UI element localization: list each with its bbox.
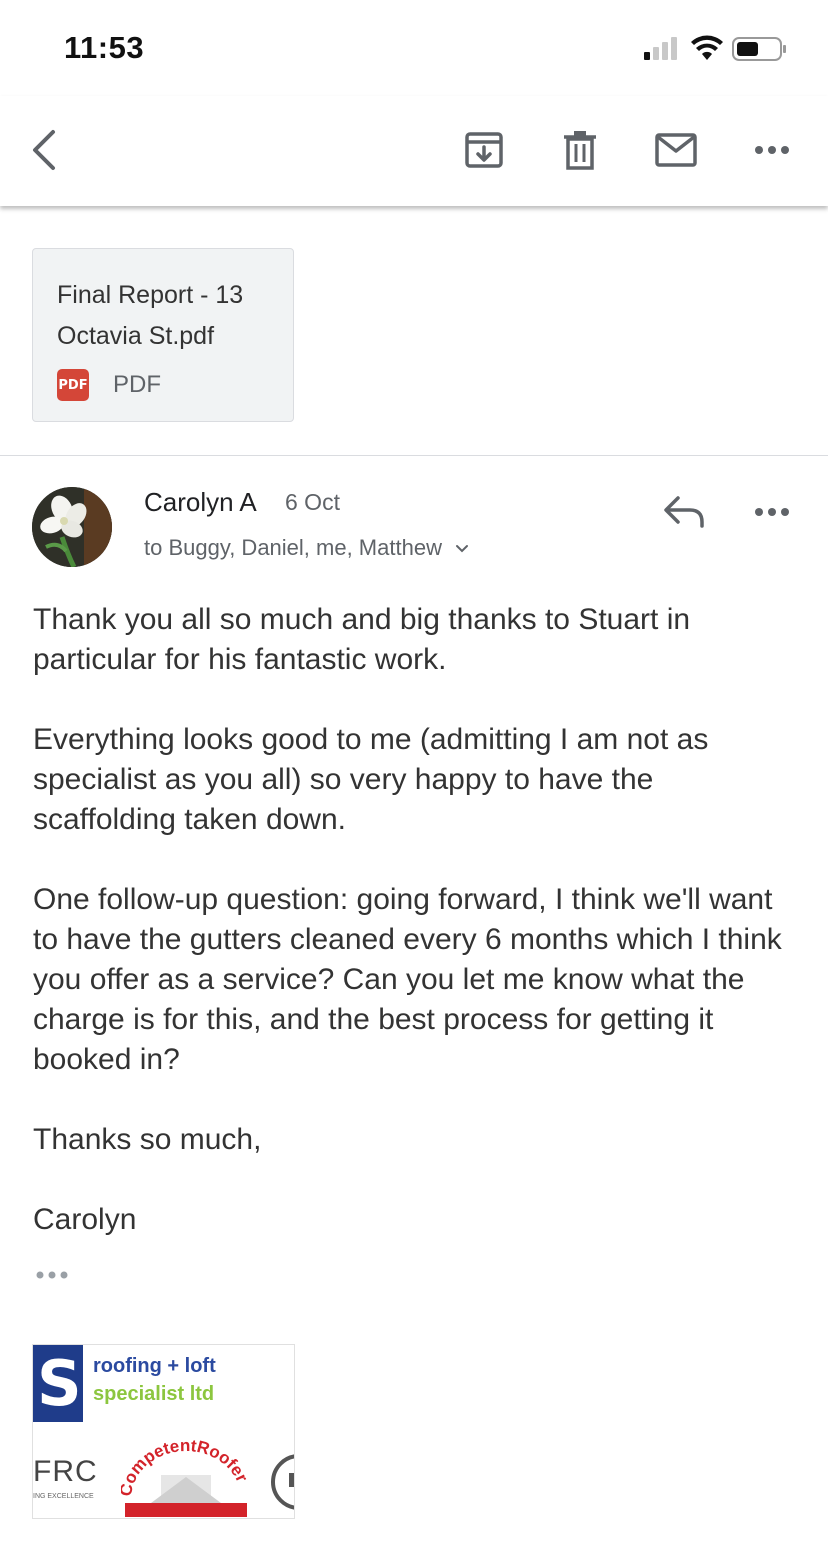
- more-horiz-icon[interactable]: [748, 126, 796, 174]
- logo-line2: specialist ltd: [93, 1383, 215, 1405]
- body-paragraph: One follow-up question: going forward, I…: [33, 883, 782, 1076]
- trash-icon[interactable]: [556, 126, 604, 174]
- status-icons: [644, 35, 786, 61]
- body-paragraph: Thanks so much,: [33, 1123, 262, 1156]
- signature-logo-image[interactable]: S roofing + loft specialist ltd FRC ING …: [32, 1344, 295, 1519]
- back-arrow-icon[interactable]: [20, 126, 68, 174]
- wifi-icon: [691, 35, 723, 60]
- status-time: 11:53: [64, 30, 145, 65]
- recipients-toggle[interactable]: to Buggy, Daniel, me, Matthew: [144, 535, 470, 561]
- message-divider: [0, 455, 828, 456]
- logo-letter: S: [37, 1347, 82, 1420]
- frc-logo-subtext: ING EXCELLENCE: [33, 1493, 94, 1500]
- reply-icon[interactable]: [660, 490, 710, 534]
- attachment-type: PDF: [113, 371, 161, 398]
- competent-roofer-badge-icon: CompetentRoofer: [121, 1437, 251, 1517]
- pdf-attachment-card[interactable]: Final Report - 13 Octavia St.pdf PDF PDF: [32, 248, 294, 422]
- body-paragraph: Thank you all so much and big thanks to …: [33, 603, 691, 676]
- body-paragraph: Everything looks good to me (admitting I…: [33, 723, 709, 836]
- message-more-icon[interactable]: [748, 496, 796, 528]
- recipients-text: to Buggy, Daniel, me, Matthew: [144, 535, 442, 560]
- message-body: Thank you all so much and big thanks to …: [33, 600, 803, 1240]
- company-logo-block: S: [33, 1345, 83, 1422]
- pdf-icon: PDF: [57, 369, 89, 401]
- attachment-filename: Final Report - 13 Octavia St.pdf: [57, 281, 244, 350]
- frc-logo-text: FRC: [33, 1455, 98, 1488]
- email-toolbar: [0, 96, 828, 206]
- show-trimmed-content-icon[interactable]: [34, 1262, 72, 1288]
- archive-icon[interactable]: [460, 126, 508, 174]
- signal-icon: [644, 37, 677, 60]
- body-paragraph: Carolyn: [33, 1203, 137, 1236]
- mail-icon[interactable]: [652, 126, 700, 174]
- sender-avatar[interactable]: [32, 487, 112, 567]
- accreditation-badge-icon: [271, 1454, 294, 1510]
- chevron-down-icon: [456, 545, 469, 553]
- logo-line1: roofing + loft: [93, 1355, 216, 1377]
- status-bar: 11:53: [0, 0, 828, 96]
- message-date: 6 Oct: [285, 489, 340, 515]
- battery-icon: [732, 37, 786, 61]
- sender-name: Carolyn A: [144, 487, 257, 517]
